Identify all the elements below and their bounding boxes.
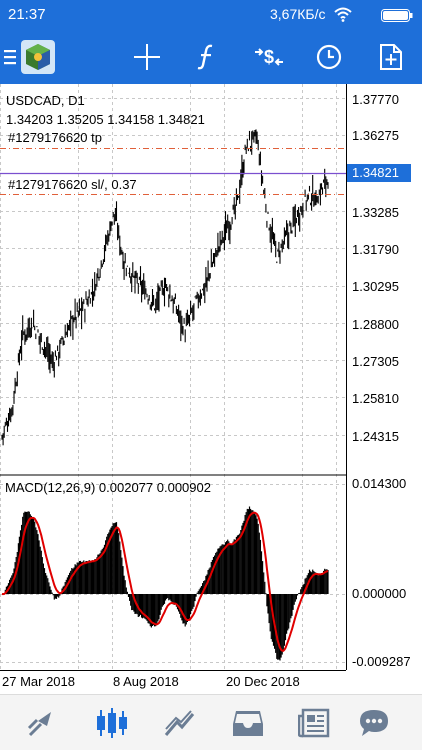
- price-label: 1.30295: [352, 279, 399, 294]
- app-logo[interactable]: [18, 30, 58, 84]
- tp-label: #1279176620 tp: [8, 130, 102, 145]
- price-label: 1.27305: [352, 354, 399, 369]
- trend-icon: [164, 710, 195, 736]
- price-label: 1.33285: [352, 205, 399, 220]
- inbox-icon: [233, 711, 263, 736]
- menu-icon: [4, 50, 16, 65]
- indicators-icon: [197, 44, 213, 70]
- status-bar: 21:37 3,67КБ/с: [0, 0, 422, 30]
- trade-icon: $: [255, 47, 283, 67]
- toolbar: $: [0, 30, 422, 84]
- add-chart-button[interactable]: [368, 30, 414, 84]
- price-label: 1.28800: [352, 317, 399, 332]
- quotes-icon: [27, 712, 51, 737]
- price-label: 1.31790: [352, 242, 399, 257]
- crosshair-button[interactable]: [124, 30, 170, 84]
- price-label: 1.37770: [352, 92, 399, 107]
- wifi-icon: [334, 7, 352, 22]
- news-icon: [298, 708, 330, 738]
- time-label: 27 Mar 2018: [2, 674, 75, 689]
- app-logo-icon: [21, 40, 55, 74]
- price-label: 1.36275: [352, 128, 399, 143]
- price-label: 1.24315: [352, 429, 399, 444]
- chart-ohlc-label: 1.34203 1.35205 1.34158 1.34821: [6, 112, 205, 127]
- history-button[interactable]: [306, 30, 352, 84]
- svg-text:$: $: [264, 47, 274, 67]
- nav-quotes[interactable]: [20, 703, 64, 743]
- macd-axis-label: -0.009287: [352, 654, 411, 669]
- trade-button[interactable]: $: [246, 30, 292, 84]
- chart-symbol-label: USDCAD, D1: [6, 93, 85, 108]
- chat-icon: [360, 710, 388, 736]
- macd-histogram: [2, 506, 329, 661]
- price-label: 1.25810: [352, 391, 399, 406]
- nav-messages[interactable]: [352, 703, 396, 743]
- menu-button[interactable]: [0, 30, 20, 84]
- current-price-label: 1.34821: [352, 165, 399, 180]
- nav-trade[interactable]: [158, 703, 202, 743]
- macd-label: MACD(12,26,9) 0.002077 0.000902: [5, 480, 211, 495]
- nav-news[interactable]: [292, 703, 336, 743]
- macd-axis-label: 0.000000: [352, 586, 407, 601]
- add-chart-icon: [380, 44, 402, 70]
- battery-icon: [381, 9, 413, 22]
- clock-icon: [316, 44, 342, 70]
- time-label: 8 Aug 2018: [113, 674, 179, 689]
- nav-chart[interactable]: [90, 703, 134, 743]
- time-label: 20 Dec 2018: [226, 674, 300, 689]
- macd-axis-label: 0.014300: [352, 476, 407, 491]
- crosshair-icon: [134, 44, 160, 70]
- candlestick-icon: [97, 708, 127, 738]
- indicators-button[interactable]: [184, 30, 230, 84]
- status-time: 21:37: [8, 6, 46, 23]
- chart-grid: [0, 84, 346, 670]
- bottom-navigation: [0, 694, 422, 750]
- nav-history[interactable]: [226, 703, 270, 743]
- chart-area[interactable]: USDCAD, D1 1.34203 1.35205 1.34158 1.348…: [0, 84, 422, 694]
- network-speed: 3,67КБ/с: [270, 6, 326, 22]
- sl-label: #1279176620 sl/, 0.37: [8, 177, 137, 192]
